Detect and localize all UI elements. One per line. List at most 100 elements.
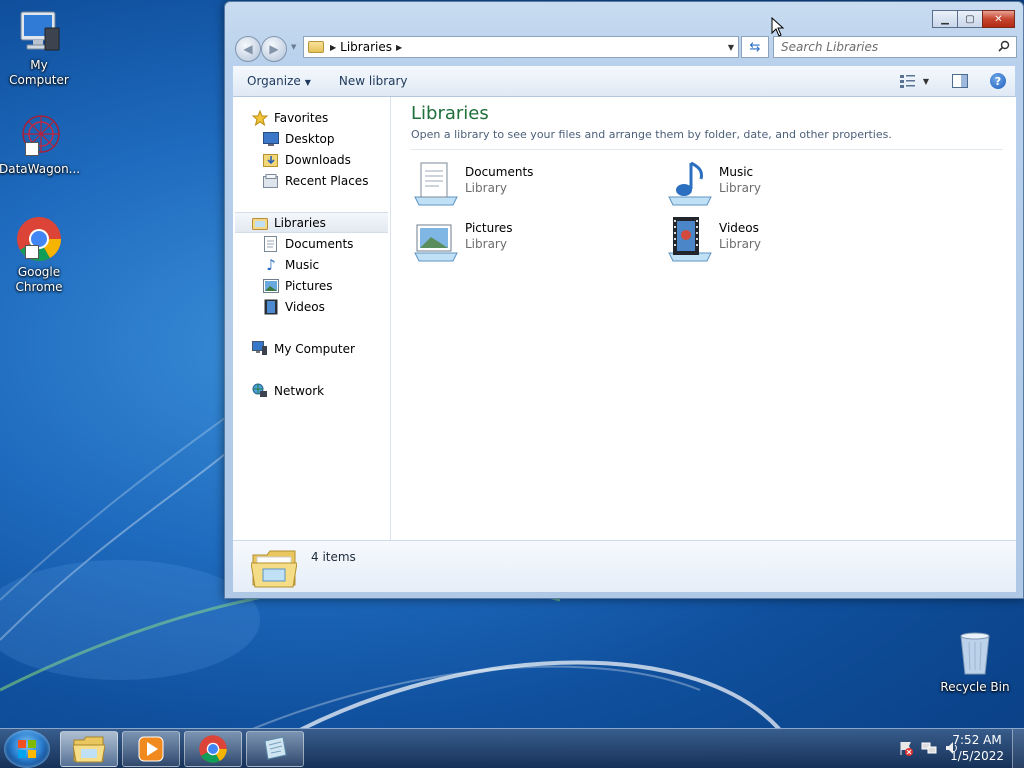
desktop-icon-recycle-bin[interactable]: Recycle Bin — [935, 630, 1015, 695]
nav-desktop[interactable]: Desktop — [233, 128, 390, 149]
nav-favorites[interactable]: Favorites — [233, 107, 390, 128]
taskbar-clock[interactable]: 7:52 AM 1/5/2022 — [950, 732, 1004, 764]
address-dropdown-icon[interactable]: ▼ — [728, 43, 734, 52]
libraries-folder-icon — [250, 547, 298, 589]
library-item-music[interactable]: Music Library — [665, 159, 895, 209]
view-controls: ▼ ? — [885, 72, 1007, 90]
organize-button[interactable]: Organize ▼ — [233, 74, 325, 88]
nav-label: My Computer — [274, 341, 355, 356]
pictures-icon — [263, 278, 279, 294]
nav-network[interactable]: Network — [233, 380, 390, 401]
command-bar: Organize ▼ New library ▼ ? — [233, 66, 1015, 97]
music-note-icon: ♪ — [266, 255, 276, 274]
forward-button[interactable]: ▶ — [261, 36, 287, 62]
music-library-icon — [665, 159, 715, 209]
show-desktop-button[interactable] — [1012, 729, 1024, 768]
recent-pages-dropdown-icon[interactable]: ▼ — [291, 43, 296, 51]
breadcrumb-arrow-icon[interactable]: ▶ — [396, 43, 402, 52]
network-status-icon[interactable] — [920, 739, 937, 756]
chrome-icon — [15, 215, 63, 263]
breadcrumb-arrow-icon[interactable]: ▶ — [330, 43, 336, 52]
nav-label: Documents — [285, 236, 354, 251]
mouse-cursor-icon — [771, 17, 785, 37]
libraries-icon — [252, 215, 268, 231]
star-icon — [252, 109, 268, 126]
explorer-icon — [73, 736, 105, 763]
pictures-library-icon — [411, 215, 461, 265]
clock-time: 7:52 AM — [952, 733, 1002, 747]
close-icon: ✕ — [994, 13, 1003, 25]
action-center-flag-icon[interactable] — [897, 739, 914, 756]
taskbar-chrome-button[interactable] — [184, 731, 242, 767]
view-dropdown-icon[interactable]: ▼ — [923, 77, 929, 86]
organize-label: Organize — [247, 74, 301, 88]
library-type: Library — [719, 181, 761, 195]
library-text: Videos Library — [719, 215, 761, 251]
refresh-button[interactable]: ⇆ — [741, 36, 769, 58]
library-item-pictures[interactable]: Pictures Library — [411, 215, 641, 265]
network-icon — [252, 383, 268, 399]
change-view-button[interactable] — [899, 72, 917, 90]
nav-downloads[interactable]: Downloads — [233, 149, 390, 170]
library-text: Music Library — [719, 159, 761, 195]
nav-my-computer[interactable]: My Computer — [233, 338, 390, 359]
maximize-icon: ▢ — [965, 13, 975, 25]
maximize-button[interactable]: ▢ — [957, 10, 983, 28]
film-strip-icon — [263, 299, 279, 315]
library-item-videos[interactable]: Videos Library — [665, 215, 895, 265]
close-button[interactable]: ✕ — [982, 10, 1015, 28]
search-box[interactable] — [773, 36, 1017, 58]
desktop-icon-datawagon[interactable]: DataWagon... — [0, 112, 80, 177]
computer-icon — [252, 341, 268, 357]
taskbar-explorer-button[interactable] — [60, 731, 118, 767]
caption-buttons: ▁ ▢ ✕ — [932, 10, 1015, 28]
breadcrumb-libraries[interactable]: Libraries — [340, 40, 392, 54]
back-arrow-icon: ◀ — [243, 42, 253, 56]
new-library-button[interactable]: New library — [325, 74, 422, 88]
content-area: Libraries Open a library to see your fil… — [393, 97, 1016, 540]
nav-documents[interactable]: Documents — [233, 233, 390, 254]
nav-label: Libraries — [274, 215, 326, 230]
view-options-icon — [899, 75, 915, 88]
library-type: Library — [465, 237, 507, 251]
desktop-icon — [263, 131, 279, 147]
nav-libraries[interactable]: Libraries — [235, 212, 388, 233]
shortcut-arrow-icon — [25, 245, 39, 259]
back-button[interactable]: ◀ — [235, 36, 261, 62]
windows-logo-icon — [18, 740, 36, 758]
nav-label: Favorites — [274, 110, 329, 125]
help-icon: ? — [990, 73, 1006, 89]
navigation-pane: Favorites Desktop Downloads Recent Place… — [233, 97, 391, 540]
desktop-icon-my-computer[interactable]: My Computer — [0, 8, 79, 88]
address-bar[interactable]: ▶ Libraries ▶ ▼ — [303, 36, 739, 58]
taskbar: 7:52 AM 1/5/2022 — [0, 728, 1024, 768]
desktop-icon-google-chrome[interactable]: Google Chrome — [0, 215, 79, 295]
chevron-down-icon: ▼ — [304, 78, 311, 87]
library-name: Pictures — [465, 221, 513, 235]
taskbar-notepad-button[interactable] — [246, 731, 304, 767]
minimize-button[interactable]: ▁ — [932, 10, 958, 28]
taskbar-media-player-button[interactable] — [122, 731, 180, 767]
refresh-icon: ⇆ — [749, 39, 761, 55]
main-pane: Favorites Desktop Downloads Recent Place… — [233, 97, 1016, 540]
page-title: Libraries — [411, 103, 489, 124]
nav-label: Pictures — [285, 278, 333, 293]
explorer-window[interactable]: ▁ ▢ ✕ ◀ ▶ ▼ ▶ Libraries ▶ ▼ ⇆ Organize▼ … — [224, 1, 1024, 599]
nav-music[interactable]: ♪ Music — [233, 254, 390, 275]
media-player-icon — [138, 736, 164, 762]
help-button[interactable]: ? — [989, 72, 1007, 90]
nav-label: Music — [285, 257, 320, 272]
nav-videos[interactable]: Videos — [233, 296, 390, 317]
nav-pictures[interactable]: Pictures — [233, 275, 390, 296]
library-item-documents[interactable]: Documents Library — [411, 159, 641, 209]
start-button[interactable] — [4, 730, 50, 768]
documents-icon — [263, 235, 279, 252]
search-input[interactable] — [781, 40, 991, 54]
nav-recent-places[interactable]: Recent Places — [233, 170, 390, 191]
page-subtitle: Open a library to see your files and arr… — [411, 128, 1003, 150]
preview-pane-button[interactable] — [951, 72, 969, 90]
shortcut-arrow-icon — [25, 142, 39, 156]
search-icon[interactable] — [998, 40, 1010, 55]
